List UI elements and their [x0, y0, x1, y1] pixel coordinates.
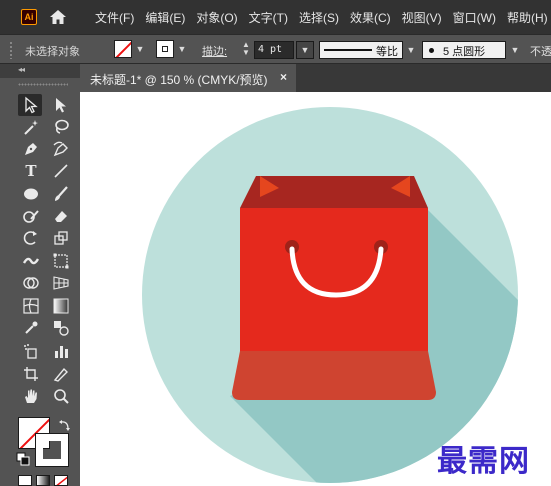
selection-status: 未选择对象 — [25, 46, 80, 58]
stroke-swatch[interactable] — [35, 433, 69, 467]
tools-grip[interactable] — [18, 83, 68, 86]
bag-bottom — [232, 351, 436, 400]
app-logo: Ai — [21, 9, 37, 25]
width-tool-icon[interactable] — [20, 251, 42, 271]
lasso-tool-icon[interactable] — [50, 117, 72, 137]
chevron-down-icon[interactable]: ▼ — [176, 42, 188, 56]
bag-body — [240, 208, 428, 351]
free-transform-tool-icon[interactable] — [50, 251, 72, 271]
tools-panel-header: ◂◂ — [0, 64, 80, 78]
control-bar: 未选择对象 ▼ ▼ 描边: ▲ ▼ 4 pt ▼ 等比 ▼ 5 点圆形 ▼ 不透 — [0, 34, 551, 64]
menu-bar: Ai 文件(F) 编辑(E) 对象(O) 文字(T) 选择(S) 效果(C) 视… — [0, 0, 551, 34]
artboard-canvas[interactable] — [80, 92, 551, 486]
eyedropper-tool-icon[interactable] — [20, 318, 42, 338]
brush-definition[interactable]: 5 点圆形 — [422, 41, 506, 59]
stroke-spinner-icon[interactable]: ▲ ▼ — [239, 41, 253, 59]
default-colors-icon[interactable] — [16, 452, 30, 466]
menu-object[interactable]: 对象(O) — [196, 9, 237, 26]
line-segment-tool-icon[interactable] — [50, 161, 72, 181]
magic-wand-tool-icon[interactable] — [20, 117, 42, 137]
none-color-icon — [56, 476, 67, 485]
menu-effect[interactable]: 效果(C) — [350, 9, 391, 26]
brush-label: 5 点圆形 — [443, 46, 486, 58]
none-mode-button[interactable] — [54, 475, 68, 486]
eraser-tool-icon[interactable] — [50, 206, 72, 226]
hand-tool-icon[interactable] — [20, 386, 42, 406]
perspective-grid-tool-icon[interactable] — [50, 273, 72, 293]
chevron-down-icon[interactable]: ▼ — [296, 41, 314, 59]
column-graph-tool-icon[interactable] — [50, 341, 72, 361]
curvature-tool-icon[interactable] — [50, 139, 72, 159]
variable-width-profile[interactable]: 等比 — [319, 41, 403, 59]
chevron-down-icon[interactable]: ▼ — [508, 41, 522, 59]
type-tool-glyph: T — [25, 162, 37, 180]
main-menu: 文件(F) 编辑(E) 对象(O) 文字(T) 选择(S) 效果(C) 视图(V… — [95, 0, 551, 34]
mesh-tool-icon[interactable] — [20, 296, 42, 316]
chevron-down-icon[interactable]: ▼ — [404, 41, 418, 59]
shape-builder-tool-icon[interactable] — [20, 273, 42, 293]
gradient-tool-icon[interactable] — [50, 296, 72, 316]
menu-help[interactable]: 帮助(H) — [507, 9, 548, 26]
document-tab-label: 未标题-1* @ 150 % (CMYK/预览) — [90, 73, 268, 87]
pen-tool-icon[interactable] — [20, 139, 42, 159]
collapse-icon[interactable]: ◂◂ — [18, 64, 25, 76]
selection-tool-icon[interactable] — [20, 95, 42, 115]
color-mode-button[interactable] — [18, 475, 32, 486]
paintbrush-tool-icon[interactable] — [50, 184, 72, 204]
shaper-tool-icon[interactable] — [20, 206, 42, 226]
document-tab[interactable]: 未标题-1* @ 150 % (CMYK/预览) × — [80, 64, 296, 92]
panel-grip[interactable] — [9, 41, 13, 59]
watermark: 最需网 — [437, 444, 530, 479]
profile-label: 等比 — [376, 46, 398, 58]
stroke-label[interactable]: 描边: — [202, 43, 227, 59]
menu-window[interactable]: 窗口(W) — [453, 9, 496, 26]
scale-tool-icon[interactable] — [50, 228, 72, 248]
home-icon[interactable] — [49, 8, 67, 26]
close-icon[interactable]: × — [280, 70, 287, 84]
type-tool-icon[interactable]: T — [20, 161, 42, 181]
stroke-weight-input[interactable]: 4 pt — [254, 41, 294, 59]
opacity-label[interactable]: 不透 — [530, 43, 551, 59]
blend-tool-icon[interactable] — [50, 318, 72, 338]
menu-edit[interactable]: 编辑(E) — [145, 9, 185, 26]
none-color-icon — [115, 41, 131, 57]
menu-file[interactable]: 文件(F) — [95, 9, 134, 26]
gradient-mode-button[interactable] — [36, 475, 50, 486]
fill-color-swatch[interactable] — [114, 40, 132, 58]
shopping-bag-illustration — [142, 107, 518, 483]
symbol-sprayer-tool-icon[interactable] — [20, 341, 42, 361]
menu-view[interactable]: 视图(V) — [402, 9, 442, 26]
profile-line-icon — [324, 49, 372, 51]
menu-type[interactable]: 文字(T) — [249, 9, 288, 26]
brush-dot-icon — [429, 48, 434, 53]
slice-tool-icon[interactable] — [50, 364, 72, 384]
zoom-tool-icon[interactable] — [50, 386, 72, 406]
ellipse-tool-icon[interactable] — [20, 184, 42, 204]
rotate-tool-icon[interactable] — [20, 228, 42, 248]
document-tab-bar: 未标题-1* @ 150 % (CMYK/预览) × — [80, 64, 551, 92]
artboard-tool-icon[interactable] — [20, 364, 42, 384]
stroke-preview-icon — [162, 46, 168, 52]
menu-select[interactable]: 选择(S) — [299, 9, 339, 26]
stroke-color-swatch[interactable] — [156, 40, 174, 58]
chevron-down-icon[interactable]: ▼ — [134, 42, 146, 56]
color-mode-buttons — [18, 475, 72, 486]
swap-fill-stroke-icon[interactable] — [58, 418, 72, 432]
direct-selection-tool-icon[interactable] — [50, 95, 72, 115]
